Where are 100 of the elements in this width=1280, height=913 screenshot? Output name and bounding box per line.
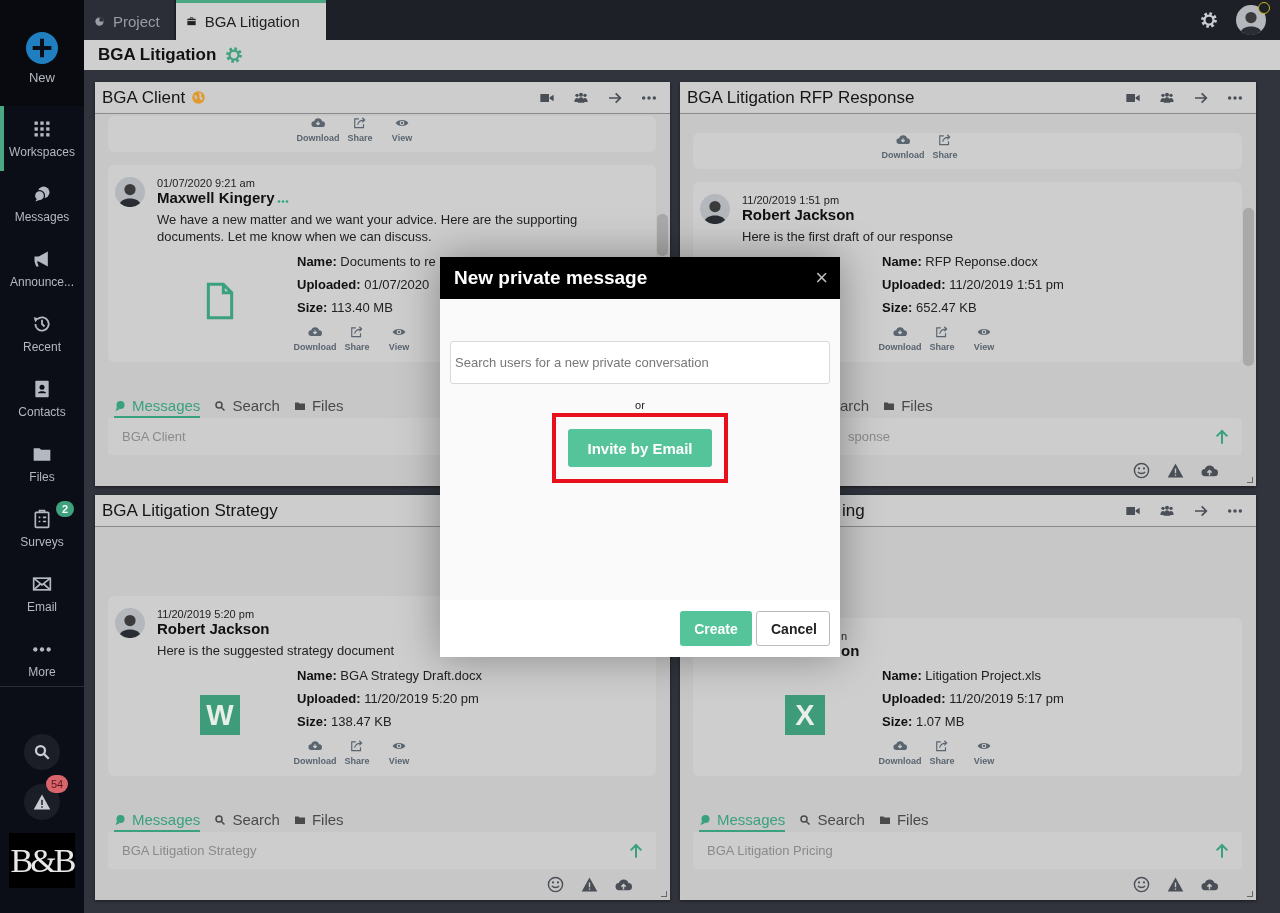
share-icon [938,133,952,147]
sidebar-item[interactable]: Email [0,561,84,626]
cloud-download-icon [308,325,322,339]
logo: B&B [9,833,75,888]
search-icon [33,743,51,761]
panel-title: ing [842,500,865,521]
chat-icon [114,399,126,412]
file-detail: Uploaded: 11/20/2019 1:51 pm [882,276,1064,294]
tab[interactable]: BGA Litigation [175,0,326,40]
warning-icon[interactable] [1167,462,1184,479]
emoji-icon[interactable] [1133,876,1150,893]
share-button[interactable]: Share [921,739,963,766]
clipboard-icon [32,508,52,529]
resize-handle[interactable] [1247,477,1253,483]
warning-icon[interactable] [581,876,598,893]
chat-icon [114,813,126,826]
create-button[interactable]: Create [680,611,752,646]
message-text: Here is the suggested strategy document [157,642,396,659]
more-icon [32,646,52,652]
plus-icon [26,31,58,64]
author-name: Maxwell Kingery [157,189,275,206]
panel-title: BGA Client [102,87,186,108]
scrollbar-thumb[interactable] [1243,208,1254,366]
panel-tab[interactable]: Files [878,811,929,832]
search-button[interactable] [24,734,60,770]
spreadsheet-icon: X [785,695,825,735]
file-detail: Uploaded: 11/20/2019 5:17 pm [882,690,1064,708]
share-button[interactable]: Share [336,739,378,766]
share-icon [350,739,364,753]
emoji-icon[interactable] [1133,462,1150,479]
share-button[interactable]: Share [336,325,378,352]
panel-tab[interactable]: arch [840,397,870,418]
file-detail: Name: BGA Strategy Draft.docx [297,667,482,685]
file-detail: Uploaded: 11/20/2019 5:20 pm [297,690,479,708]
separator-label: or [635,399,645,411]
panel-tab[interactable]: Search [214,811,280,832]
settings-icon[interactable] [1200,11,1218,29]
pie-chart-icon [94,16,105,27]
emoji-icon[interactable] [547,876,564,893]
more-icon[interactable] [641,95,657,100]
sidebar-item[interactable]: Announce... [0,236,84,301]
view-button[interactable]: View [963,739,1005,766]
sidebar-item[interactable]: Recent [0,301,84,366]
view-button[interactable]: View [963,325,1005,352]
message-text: We have a new matter and we want your advice. Here are the supporting documents. Let me know when we can discuss. [157,211,579,245]
sidebar-item[interactable]: Files [0,431,84,496]
cloud-download-icon [893,739,907,753]
workspace-title: BGA Litigation [98,45,217,65]
view-button[interactable]: View [378,739,420,766]
download-button[interactable]: Download [879,325,921,352]
more-icon[interactable] [1227,95,1243,100]
cancel-button[interactable]: Cancel [756,611,830,646]
message-text: Here is the first draft of our response [742,228,954,245]
share-button[interactable]: Share [921,325,963,352]
cloud-upload-icon[interactable] [1201,462,1218,479]
sidebar-item[interactable]: Surveys 2 [0,496,84,561]
view-button[interactable]: View [381,116,423,143]
resize-handle[interactable] [661,891,667,897]
panel-tab[interactable]: Search [799,811,865,832]
sidebar-item[interactable]: Workspaces [0,106,84,171]
sidebar-item[interactable]: More [0,626,84,691]
panel-tab[interactable]: Files [293,811,344,832]
message-input[interactable]: BGA Litigation Strategy [108,832,656,869]
warning-icon[interactable] [1167,876,1184,893]
cloud-download-icon [893,325,907,339]
cloud-upload-icon[interactable] [1201,876,1218,893]
chat-icon [699,813,711,826]
dialog-title: New private message [454,267,649,289]
scrollbar-thumb[interactable] [657,214,668,256]
panel-tab[interactable]: Search [214,397,280,418]
search-icon [214,399,227,412]
sidebar-item[interactable]: Messages [0,171,84,236]
download-button[interactable]: Download [297,116,339,143]
address-book-icon [32,378,52,399]
invite-button[interactable]: Invite by Email [568,429,712,467]
search-field[interactable]: Search users for a new private conversation [450,341,830,384]
message-time: 11/20/2019 1:51 pm [742,194,841,206]
briefcase-icon [185,16,197,27]
message-time: 01/07/2020 9:21 am [157,177,256,189]
tab[interactable]: Project [84,0,174,40]
view-button[interactable]: View [378,325,420,352]
download-button[interactable]: Download [882,133,924,160]
share-icon [935,325,949,339]
more-icon[interactable] [1227,508,1243,513]
close-button[interactable]: × [813,265,830,291]
sidebar-item[interactable]: New [0,0,84,106]
file-detail: Name: RFP Reponse.docx [882,253,1038,271]
panel-tab[interactable]: Files [883,397,933,418]
message-input[interactable]: BGA Litigation Pricing [693,832,1242,869]
cloud-upload-icon[interactable] [615,876,632,893]
resize-handle[interactable] [1247,891,1253,897]
author-name: Robert Jackson [157,620,270,637]
download-button[interactable]: Download [879,739,921,766]
download-button[interactable]: Download [294,325,336,352]
download-button[interactable]: Download [294,739,336,766]
share-button[interactable]: Share [924,133,966,160]
share-button[interactable]: Share [339,116,381,143]
sidebar-item[interactable]: Contacts [0,366,84,431]
panel-tab[interactable]: Files [293,397,344,418]
count-badge: 54 [46,775,68,793]
